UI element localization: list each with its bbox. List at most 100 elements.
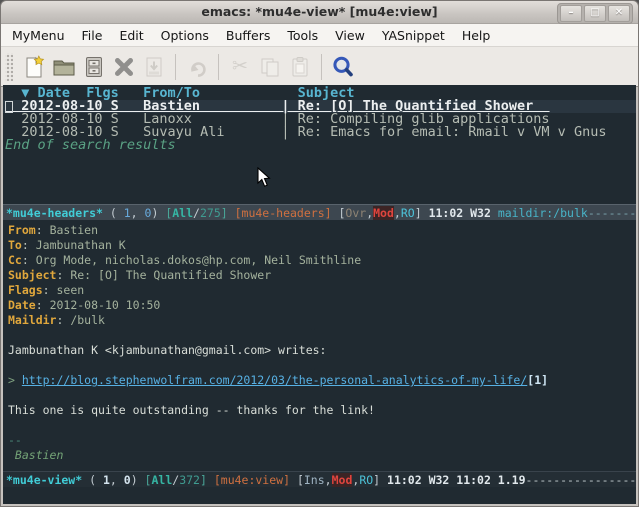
header-row-current[interactable]: 2012-08-10 S Bastien | Re: [O] The Quant… xyxy=(3,100,636,113)
text-run-ml-mode: [mu4e-headers] xyxy=(235,206,339,220)
text-run-ml-brk: ] xyxy=(200,473,214,487)
save-as-icon xyxy=(142,55,166,79)
text-run-ml-fg: ( xyxy=(82,473,103,487)
text-run-ml-fg: [ xyxy=(297,473,304,487)
menu-item-tools[interactable]: Tools xyxy=(280,26,325,45)
paste-icon xyxy=(288,55,312,79)
menu-item-mymenu[interactable]: MyMenu xyxy=(5,26,72,45)
text-run-ml-cnt: 275 xyxy=(200,206,221,220)
text-run-label: Subject xyxy=(8,268,56,282)
text-run-colon: : xyxy=(56,268,70,282)
msg-header-maildir: Maildir: /bulk xyxy=(8,313,636,328)
text-run-ml-name: *mu4e-view* xyxy=(6,473,82,487)
text-run-value: 2012-08-10 10:50 xyxy=(50,298,161,312)
cut-button: ✂ xyxy=(225,51,255,83)
message-link[interactable]: http://blog.stephenwolfram.com/2012/03/t… xyxy=(22,373,527,387)
text-cursor xyxy=(5,101,13,113)
text-run-colon: : xyxy=(36,298,50,312)
search-icon xyxy=(331,55,355,79)
text-run-label: To xyxy=(8,238,22,252)
text-run-value: Jambunathan K xyxy=(36,238,126,252)
emacs-window: emacs: *mu4e-view* [mu4e:view] – □ ✕ MyM… xyxy=(0,0,639,507)
text-run-ml-ins: Ins xyxy=(304,473,325,487)
text-run-ml-fg: ) xyxy=(131,473,145,487)
echo-area[interactable] xyxy=(3,487,636,504)
text-run-ml-fg: , xyxy=(325,473,332,487)
window-title: emacs: *mu4e-view* [mu4e:view] xyxy=(1,1,638,23)
toolbar-separator xyxy=(175,54,176,80)
text-run-ml-cnt: 372 xyxy=(179,473,200,487)
message-window: From: Bastien To: Jambunathan K Cc: Org … xyxy=(3,220,636,474)
titlebar[interactable]: emacs: *mu4e-view* [mu4e:view] – □ ✕ xyxy=(1,1,638,24)
text-run-ml-strong: 11:02 W32 11:02 1.19 xyxy=(387,473,525,487)
text-run-colon: : xyxy=(22,238,36,252)
text-run-label: From xyxy=(8,223,36,237)
text-run-ml-name: *mu4e-headers* xyxy=(6,206,103,220)
toolbar: ✂ xyxy=(1,47,638,87)
view-modeline: *mu4e-view* ( 1, 0) [All/372] [mu4e:view… xyxy=(3,471,636,487)
menu-item-yasnippet[interactable]: YASnippet xyxy=(375,26,452,45)
new-file-button[interactable] xyxy=(19,51,49,83)
text-run-ml-dash1: ------------------ xyxy=(588,206,636,220)
text-run-ml-strong: 11:02 W32 xyxy=(429,206,498,220)
save-as-button xyxy=(139,51,169,83)
text-run-ml-dir: maildir:/bulk xyxy=(498,206,588,220)
headers-window: ▼ Date Flgs From/To Subject 2012-08-10 S… xyxy=(3,85,636,206)
copy-icon xyxy=(258,55,282,79)
msg-header-date: Date: 2012-08-10 10:50 xyxy=(8,298,636,313)
menu-bar: MyMenu File Edit Options Buffers Tools V… xyxy=(1,24,638,47)
text-run-cur: 2012-08-10 S Bastien | Re: [O] The Quant… xyxy=(5,98,550,114)
text-run-ml-brk: ] xyxy=(221,206,235,220)
msg-header-flags: Flags: seen xyxy=(8,283,636,298)
menu-item-file[interactable]: File xyxy=(75,26,110,45)
minimize-button[interactable]: – xyxy=(560,5,582,22)
blank-line xyxy=(8,358,636,373)
text-run-ml-fg: , xyxy=(110,473,124,487)
header-row-current-text: 2012-08-10 S Bastien | Re: [O] The Quant… xyxy=(5,98,550,114)
close-buffer-button[interactable] xyxy=(109,51,139,83)
window-controls: – □ ✕ xyxy=(557,3,633,24)
text-run-ml-mode: [mu4e:view] xyxy=(214,473,297,487)
msg-header-from: From: Bastien xyxy=(8,223,636,238)
editor-area: ▼ Date Flgs From/To Subject 2012-08-10 S… xyxy=(3,85,636,504)
save-button[interactable] xyxy=(79,51,109,83)
text-run-ml-fg: , xyxy=(131,206,145,220)
toolbar-separator xyxy=(218,54,219,80)
text-run-ml-all: All xyxy=(151,473,172,487)
msg-signature-name: Bastien xyxy=(8,448,636,463)
menu-item-edit[interactable]: Edit xyxy=(112,26,150,45)
toolbar-drag-handle[interactable] xyxy=(5,53,13,81)
menu-item-help[interactable]: Help xyxy=(455,26,498,45)
copy-button xyxy=(255,51,285,83)
open-file-button[interactable] xyxy=(49,51,79,83)
maximize-button[interactable]: □ xyxy=(584,5,606,22)
paste-button xyxy=(285,51,315,83)
text-run-ml-fg: , xyxy=(394,206,401,220)
close-button[interactable]: ✕ xyxy=(608,5,630,22)
msg-header-to: To: Jambunathan K xyxy=(8,238,636,253)
new-file-icon xyxy=(22,55,46,79)
undo-button xyxy=(182,51,212,83)
text-run-value: Bastien xyxy=(50,223,98,237)
menu-item-options[interactable]: Options xyxy=(154,26,216,45)
undo-icon xyxy=(185,55,209,79)
text-run-colon: : xyxy=(36,223,50,237)
text-run-ml-numb: 0 xyxy=(124,473,131,487)
text-run-ml-fg: / xyxy=(193,206,200,220)
menu-item-buffers[interactable]: Buffers xyxy=(219,26,277,45)
text-run-quote: > xyxy=(8,373,22,387)
toolbar-separator xyxy=(321,54,322,80)
text-run-value: seen xyxy=(56,283,84,297)
msg-body-intro: Jambunathan K <kjambunathan@gmail.com> w… xyxy=(8,343,636,358)
text-run-sig: -- xyxy=(8,433,22,447)
text-run-linkref: [1] xyxy=(527,373,548,387)
text-run-ml-fg: ] xyxy=(415,206,429,220)
msg-signature-dashes: -- xyxy=(8,433,636,448)
text-run-ml-mod: Mod xyxy=(373,206,394,220)
msg-header-subject: Subject: Re: [O] The Quantified Shower xyxy=(8,268,636,283)
menu-item-view[interactable]: View xyxy=(328,26,372,45)
text-run-colon: : xyxy=(22,253,36,267)
blank-line xyxy=(8,328,636,343)
close-buffer-icon xyxy=(112,55,136,79)
search-button[interactable] xyxy=(328,51,358,83)
